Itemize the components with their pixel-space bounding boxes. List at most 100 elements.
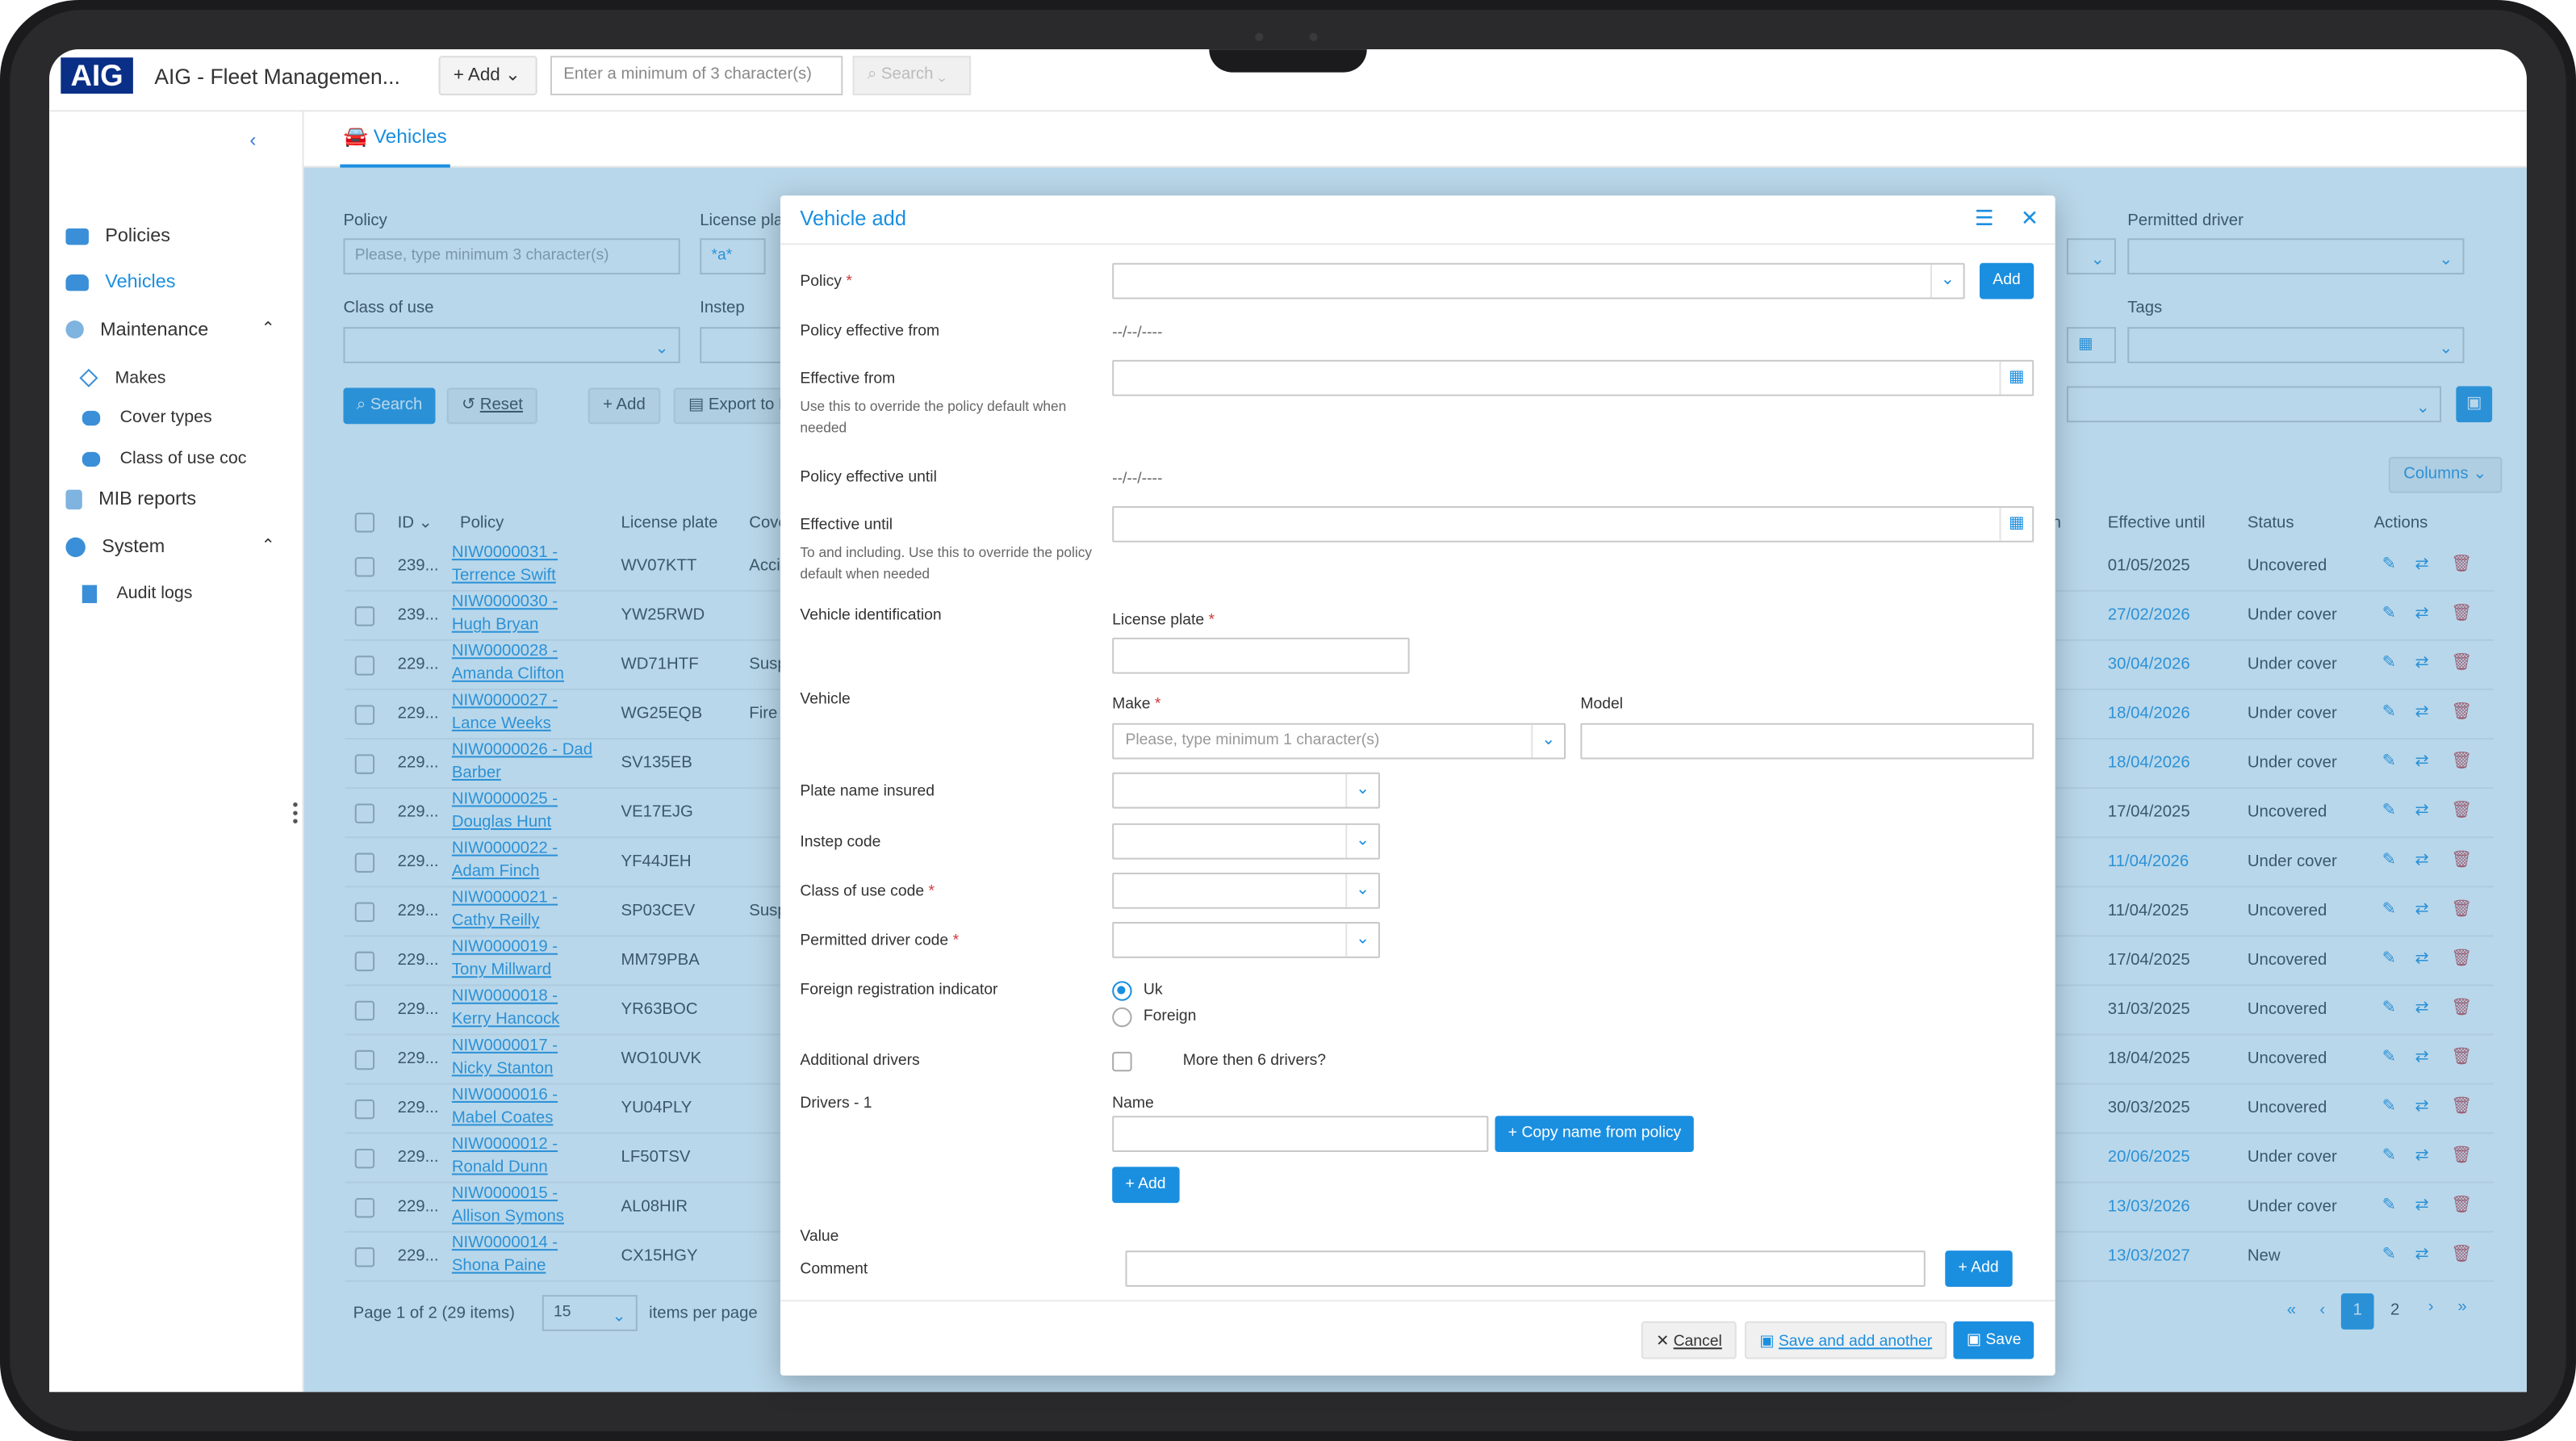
- driver-name-label: Name: [1112, 1094, 1154, 1113]
- sidebar-item-makes[interactable]: Makes: [79, 368, 165, 388]
- car-icon: [65, 274, 89, 291]
- radio-uk[interactable]: [1112, 981, 1132, 1001]
- license-plate-label: License plate *: [1112, 611, 1215, 630]
- sidebar-item-system[interactable]: System: [65, 537, 165, 558]
- policy-effective-until-label: Policy effective until: [800, 468, 937, 487]
- model-label: Model: [1580, 695, 1624, 714]
- car-icon: 🚘: [343, 124, 368, 149]
- collapse-sidebar-icon[interactable]: ‹: [249, 128, 256, 151]
- gears-icon: [65, 537, 86, 558]
- vehicle-add-modal: Vehicle add ☰ ✕ Policy * ⌄ Add Policy ef…: [780, 195, 2055, 1376]
- drivers-count-label: Drivers - 1: [800, 1094, 872, 1113]
- car-icon: [82, 451, 101, 467]
- chevron-down-icon: ⌄: [505, 65, 521, 86]
- modal-title: Vehicle add: [800, 207, 906, 230]
- policy-add-button[interactable]: Add: [1980, 262, 2034, 300]
- close-icon[interactable]: ✕: [2021, 205, 2039, 232]
- effective-until-label: Effective until: [800, 516, 893, 534]
- chevron-down-icon: ⌄: [1345, 873, 1378, 907]
- sidebar-item-maintenance[interactable]: Maintenance: [65, 320, 208, 340]
- comment-input[interactable]: [1125, 1250, 1926, 1287]
- info-icon: [65, 320, 84, 340]
- save-and-add-another-button[interactable]: ▣ Save and add another: [1744, 1321, 1947, 1359]
- effective-from-hint: Use this to override the policy default …: [800, 397, 1067, 436]
- close-icon: ✕: [1655, 1332, 1670, 1351]
- instep-code-label: Instep code: [800, 833, 881, 852]
- policy-label: Policy *: [800, 272, 852, 291]
- settings-sliders-icon[interactable]: ☰: [1975, 205, 1994, 232]
- top-add-button[interactable]: + Add ⌄: [438, 56, 537, 96]
- policy-select[interactable]: ⌄: [1112, 262, 1965, 300]
- effective-from-label: Effective from: [800, 370, 896, 388]
- chevron-up-icon[interactable]: ⌃: [261, 538, 275, 555]
- policy-effective-until-value: --/--/----: [1112, 470, 1163, 488]
- effective-from-input[interactable]: ▦: [1112, 359, 2034, 396]
- chevron-down-icon: ⌄: [1345, 924, 1378, 957]
- chevron-down-icon: ⌄: [1531, 724, 1564, 758]
- log-icon: [82, 584, 98, 603]
- plate-name-insured-select[interactable]: ⌄: [1112, 772, 1380, 809]
- car-icon: [82, 410, 101, 425]
- license-plate-input[interactable]: [1112, 637, 1410, 674]
- driver-name-input[interactable]: [1112, 1116, 1489, 1153]
- add-driver-button[interactable]: + Add: [1112, 1167, 1179, 1204]
- sidebar-item-cover-types[interactable]: Cover types: [82, 408, 212, 427]
- chevron-up-icon[interactable]: ⌃: [261, 320, 275, 338]
- app-title: AIG - Fleet Managemen...: [154, 64, 400, 89]
- tab-vehicles[interactable]: 🚘 Vehicles: [340, 111, 450, 168]
- plate-name-insured-label: Plate name insured: [800, 781, 935, 801]
- instep-code-select[interactable]: ⌄: [1112, 823, 1380, 860]
- permitted-driver-code-select[interactable]: ⌄: [1112, 922, 1380, 958]
- calendar-icon: ▦: [1999, 361, 2032, 395]
- chevron-down-icon: ⌄: [1930, 264, 1963, 298]
- document-icon: [65, 489, 82, 510]
- sidebar-item-class-of-use[interactable]: Class of use coc: [82, 449, 246, 468]
- cancel-button[interactable]: ✕ Cancel: [1641, 1321, 1738, 1359]
- make-select[interactable]: Please, type minimum 1 character(s) ⌄: [1112, 723, 1566, 760]
- class-of-use-code-label: Class of use code *: [800, 882, 935, 901]
- sidebar: ‹ Policies Vehicles Maintenance ⌃ Makes …: [49, 111, 304, 1393]
- class-of-use-code-select[interactable]: ⌄: [1112, 872, 1380, 909]
- comment-add-button[interactable]: + Add: [1945, 1250, 2012, 1287]
- foreign-registration-label: Foreign registration indicator: [800, 981, 998, 999]
- resize-handle-icon[interactable]: • • •: [292, 798, 298, 831]
- global-search-button[interactable]: ⌕ Search ⌄: [852, 56, 972, 96]
- vehicle-identification-label: Vehicle identification: [800, 606, 942, 625]
- global-search-input[interactable]: Enter a minimum of 3 character(s): [550, 56, 843, 96]
- chevron-down-icon: ⌄: [1345, 773, 1378, 807]
- radio-foreign-label: Foreign: [1143, 1007, 1197, 1026]
- aig-logo[interactable]: AIG: [61, 57, 133, 94]
- copy-name-button[interactable]: + Copy name from policy: [1495, 1116, 1695, 1153]
- radio-uk-label: Uk: [1143, 981, 1163, 999]
- radio-foreign[interactable]: [1112, 1007, 1132, 1028]
- model-input[interactable]: [1580, 723, 2034, 760]
- policy-effective-from-value: --/--/----: [1112, 324, 1163, 342]
- effective-until-input[interactable]: ▦: [1112, 505, 2034, 542]
- policy-effective-from-label: Policy effective from: [800, 321, 940, 341]
- policies-icon: [65, 228, 89, 245]
- sidebar-item-audit-logs[interactable]: Audit logs: [82, 584, 192, 603]
- camera-dot: [1255, 32, 1264, 41]
- chevron-down-icon: ⌄: [1345, 824, 1378, 858]
- search-icon: ⌕: [867, 65, 877, 84]
- calendar-icon: ▦: [1999, 508, 2032, 541]
- effective-until-hint: To and including. Use this to override t…: [800, 543, 1093, 582]
- save-icon: ▣: [1759, 1332, 1775, 1351]
- modal-footer: ✕ Cancel ▣ Save and add another ▣ Save: [780, 1300, 2055, 1376]
- sidebar-item-mib-reports[interactable]: MIB reports: [65, 489, 196, 510]
- sidebar-item-vehicles[interactable]: Vehicles: [65, 273, 176, 292]
- sidebar-item-policies[interactable]: Policies: [65, 227, 170, 246]
- save-button[interactable]: ▣ Save: [1953, 1321, 2034, 1359]
- camera-dot: [1309, 32, 1318, 41]
- comment-label: Comment: [800, 1260, 868, 1279]
- value-label: Value: [800, 1227, 839, 1246]
- additional-drivers-label: Additional drivers: [800, 1051, 920, 1070]
- modal-body: Policy * ⌄ Add Policy effective from --/…: [780, 246, 2055, 1298]
- modal-header: Vehicle add ☰ ✕: [780, 195, 2055, 245]
- tab-bar: 🚘 Vehicles: [303, 111, 2527, 168]
- make-label: Make *: [1112, 695, 1161, 714]
- more-drivers-checkbox[interactable]: [1112, 1051, 1132, 1072]
- tag-icon: [79, 369, 98, 388]
- more-drivers-label: More then 6 drivers?: [1182, 1051, 1327, 1070]
- permitted-driver-code-label: Permitted driver code *: [800, 932, 960, 950]
